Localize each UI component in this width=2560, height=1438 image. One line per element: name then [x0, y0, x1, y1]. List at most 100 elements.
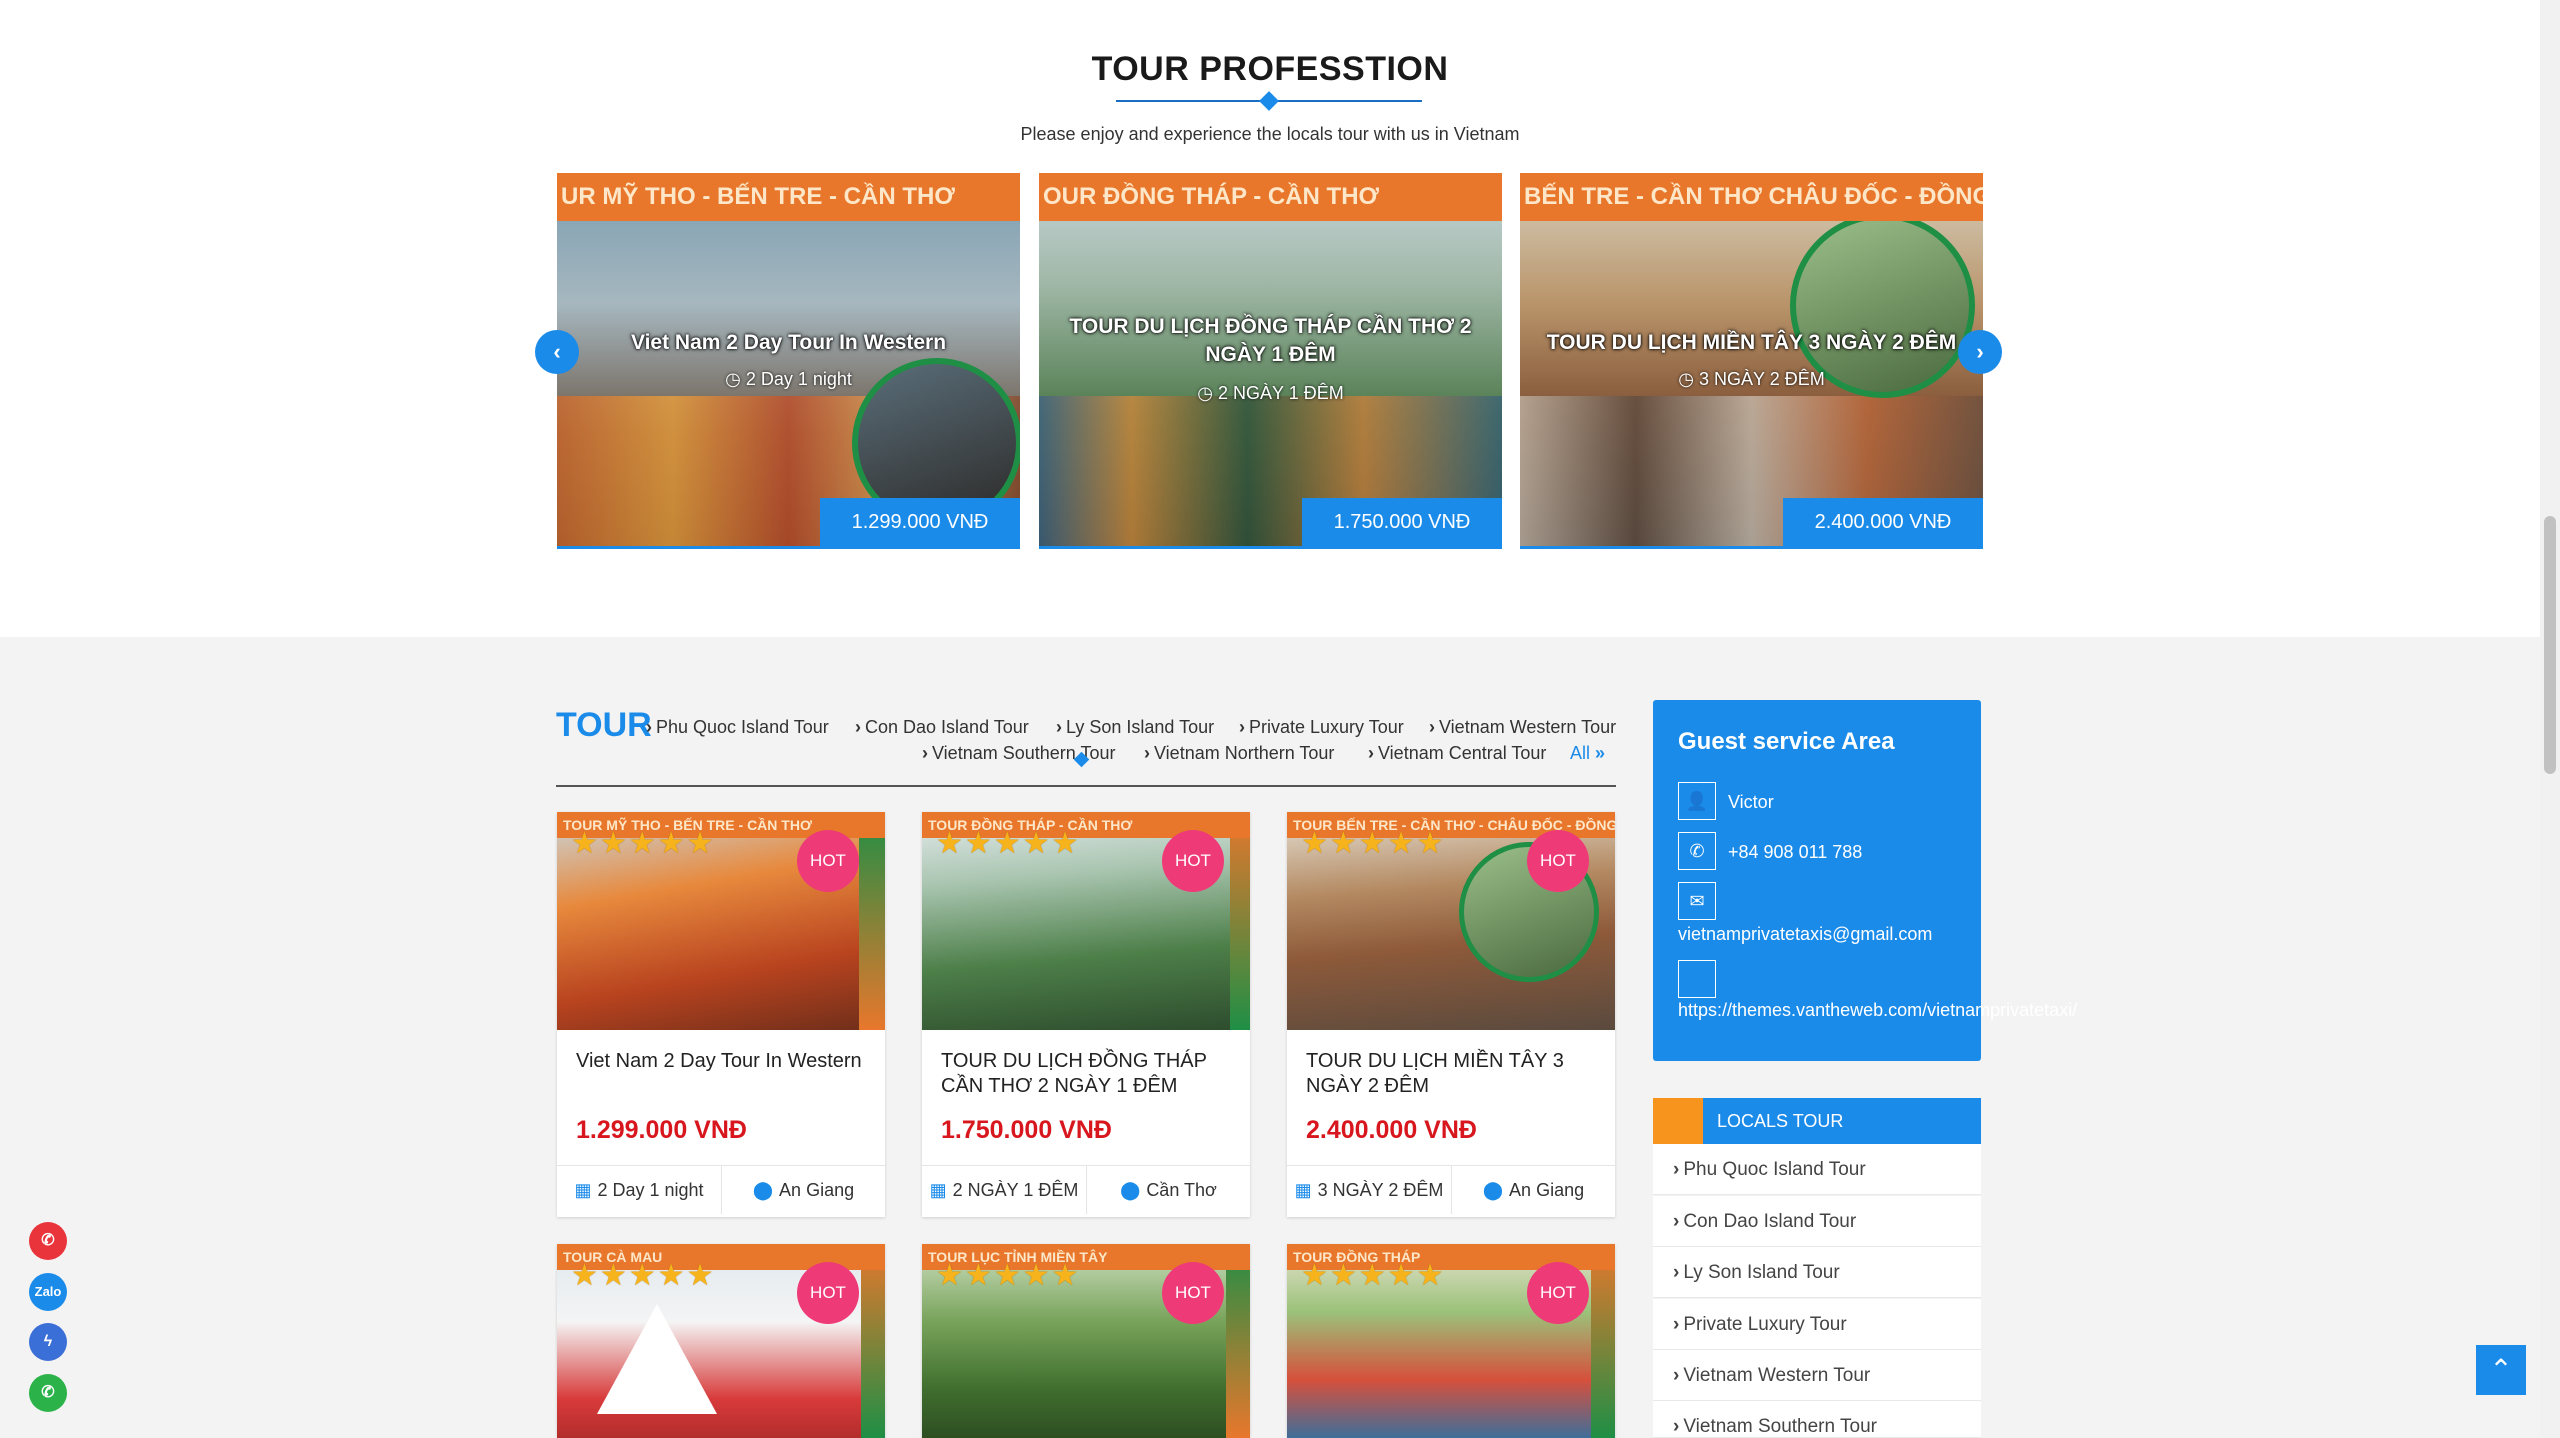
tour-slide[interactable]: OUR ĐỒNG THÁP - CẦN THƠ TOUR DU LỊCH ĐỒN…: [1039, 173, 1502, 549]
slide-banner: OUR ĐỒNG THÁP - CẦN THƠ: [1039, 173, 1502, 221]
category-label: Private Luxury Tour: [1249, 717, 1404, 737]
call-button[interactable]: ✆: [29, 1222, 67, 1260]
location-text: An Giang: [779, 1180, 855, 1200]
locals-tour-item[interactable]: › Vietnam Southern Tour: [1653, 1401, 1981, 1438]
clock-icon: ◷: [725, 369, 746, 389]
hot-badge: HOT: [1527, 830, 1589, 892]
whatsapp-button[interactable]: ✆: [29, 1374, 67, 1412]
tour-duration: ▦ 2 Day 1 night: [557, 1166, 721, 1214]
all-categories-link[interactable]: All »: [1570, 743, 1605, 764]
guest-panel-title: Guest service Area: [1678, 728, 1895, 755]
hot-badge: HOT: [1162, 1262, 1224, 1324]
locals-tour-item[interactable]: › Private Luxury Tour: [1653, 1299, 1981, 1350]
slide-title[interactable]: TOUR DU LỊCH ĐỒNG THÁP CẦN THƠ 2 NGÀY 1 …: [1039, 313, 1502, 369]
chevron-right-icon: ›: [1239, 717, 1245, 737]
scrollbar-thumb[interactable]: [2544, 516, 2556, 774]
tour-card[interactable]: TOUR LỤC TỈNH MIỀN TÂY ★★★★★ HOT: [922, 1244, 1250, 1438]
chevron-right-icon: ›: [1144, 743, 1150, 763]
tour-card-title[interactable]: TOUR DU LỊCH MIỀN TÂY 3 NGÀY 2 ĐÊM: [1306, 1049, 1596, 1099]
locals-tour-item[interactable]: › Phu Quoc Island Tour: [1653, 1144, 1981, 1195]
tour-heading: TOUR: [556, 706, 652, 744]
category-link[interactable]: › Phu Quoc Island Tour: [646, 717, 829, 738]
location-text: Cần Thơ: [1146, 1180, 1217, 1200]
tour-card-meta: ▦ 2 Day 1 night ⬤ An Giang: [557, 1165, 885, 1214]
tour-duration: ▦ 2 NGÀY 1 ĐÊM: [922, 1166, 1086, 1214]
guest-email[interactable]: vietnamprivatetaxis@gmail.com: [1678, 924, 1932, 945]
locals-tour-item[interactable]: › Ly Son Island Tour: [1653, 1247, 1981, 1298]
locals-tour-item-label: Vietnam Western Tour: [1683, 1365, 1871, 1386]
locals-tour-item[interactable]: › Vietnam Western Tour: [1653, 1350, 1981, 1401]
slide-duration-text: 2 Day 1 night: [745, 369, 852, 389]
guest-phone[interactable]: +84 908 011 788: [1728, 842, 1862, 863]
chevron-right-icon: ›: [1976, 339, 1984, 364]
locals-tour-item[interactable]: › Con Dao Island Tour: [1653, 1196, 1981, 1247]
calendar-icon: ▦: [574, 1180, 592, 1200]
tour-location: ⬤ Cần Thơ: [1086, 1166, 1250, 1214]
carousel-next-button[interactable]: ›: [1958, 330, 2002, 374]
chevron-right-icon: ›: [1673, 1416, 1680, 1437]
tour-card-meta: ▦ 2 NGÀY 1 ĐÊM ⬤ Cần Thơ: [922, 1165, 1250, 1214]
tour-card-title[interactable]: Viet Nam 2 Day Tour In Western: [576, 1049, 866, 1074]
guest-service-panel: Guest service Area 👤 Victor ✆ +84 908 01…: [1653, 700, 2077, 1061]
category-link[interactable]: › Ly Son Island Tour: [1056, 717, 1214, 738]
zalo-icon: Zalo: [34, 1284, 62, 1299]
tour-card-image[interactable]: TOUR ĐỒNG THÁP - CẦN THƠ ★★★★★ HOT: [922, 812, 1250, 1030]
tour-slide[interactable]: UR MỸ THO - BẾN TRE - CẦN THƠ Viet Nam 2…: [557, 173, 1020, 549]
calendar-icon: ▦: [929, 1180, 947, 1200]
map-pin-icon: ⬤: [1482, 1180, 1504, 1200]
slide-duration: ◷ 2 NGÀY 1 ĐÊM: [1039, 383, 1502, 404]
tour-slide[interactable]: BẾN TRE - CẦN THƠ CHÂU ĐỐC - ĐỒNG THÁP T…: [1520, 173, 1983, 549]
tour-card[interactable]: TOUR CÀ MAU ★★★★★ HOT: [557, 1244, 885, 1438]
tour-card-image[interactable]: TOUR MỸ THO - BẾN TRE - CẦN THƠ ★★★★★ HO…: [557, 812, 885, 1030]
map-pin-icon: ⬤: [752, 1180, 774, 1200]
tour-card-image[interactable]: TOUR ĐỒNG THÁP ★★★★★ HOT: [1287, 1244, 1615, 1438]
rating-stars: ★★★★★: [571, 1259, 716, 1292]
chevron-right-icon: ›: [922, 743, 928, 763]
tour-card-image[interactable]: TOUR BẾN TRE - CẦN THƠ - CHÂU ĐỐC - ĐỒNG…: [1287, 812, 1615, 1030]
guest-website[interactable]: https://themes.vantheweb.com/vietnampriv…: [1678, 1000, 2077, 1021]
tour-card[interactable]: TOUR ĐỒNG THÁP ★★★★★ HOT: [1287, 1244, 1615, 1438]
category-link[interactable]: › Vietnam Western Tour: [1429, 717, 1616, 738]
slide-duration: ◷ 3 NGÀY 2 ĐÊM: [1520, 369, 1983, 390]
tour-card-title[interactable]: TOUR DU LỊCH ĐỒNG THÁP CẦN THƠ 2 NGÀY 1 …: [941, 1049, 1231, 1099]
carousel-prev-button[interactable]: ‹: [535, 330, 579, 374]
locals-tour-label: LOCALS TOUR: [1717, 1111, 1844, 1131]
chevron-right-icon: ›: [1056, 717, 1062, 737]
chevron-right-icon: ›: [1368, 743, 1374, 763]
tour-location: ⬤ An Giang: [721, 1166, 885, 1214]
category-link[interactable]: › Vietnam Northern Tour: [1144, 743, 1334, 764]
category-link[interactable]: › Private Luxury Tour: [1239, 717, 1404, 738]
category-label: Vietnam Northern Tour: [1154, 743, 1335, 763]
tour-card[interactable]: TOUR MỸ THO - BẾN TRE - CẦN THƠ ★★★★★ HO…: [557, 812, 885, 1217]
chevron-right-icon: ›: [1429, 717, 1435, 737]
chevron-left-icon: ‹: [553, 339, 561, 364]
slide-title[interactable]: Viet Nam 2 Day Tour In Western: [557, 329, 1020, 357]
tour-card[interactable]: TOUR ĐỒNG THÁP - CẦN THƠ ★★★★★ HOT TOUR …: [922, 812, 1250, 1217]
category-label: Con Dao Island Tour: [865, 717, 1029, 737]
scroll-to-top-button[interactable]: ⌃: [2476, 1345, 2526, 1395]
chevron-right-icon: ›: [646, 717, 652, 737]
tour-card-image[interactable]: TOUR LỤC TỈNH MIỀN TÂY ★★★★★ HOT: [922, 1244, 1250, 1438]
tour-card-image[interactable]: TOUR CÀ MAU ★★★★★ HOT: [557, 1244, 885, 1438]
slide-price: 1.750.000 VNĐ: [1302, 498, 1502, 546]
tour-card[interactable]: TOUR BẾN TRE - CẦN THƠ - CHÂU ĐỐC - ĐỒNG…: [1287, 812, 1615, 1217]
rating-stars: ★★★★★: [936, 827, 1081, 860]
chevron-right-icon: ›: [1673, 1314, 1680, 1335]
category-label: Ly Son Island Tour: [1066, 717, 1215, 737]
messenger-button[interactable]: ϟ: [29, 1323, 67, 1361]
page-scrollbar[interactable]: [2540, 0, 2560, 1438]
duration-text: 3 NGÀY 2 ĐÊM: [1317, 1180, 1444, 1200]
slide-title[interactable]: TOUR DU LỊCH MIỀN TÂY 3 NGÀY 2 ĐÊM: [1520, 329, 1983, 357]
boat-sail-decor: [597, 1304, 717, 1414]
rating-stars: ★★★★★: [936, 1259, 1081, 1292]
chevron-right-icon: ›: [1673, 1262, 1680, 1283]
category-link[interactable]: › Con Dao Island Tour: [855, 717, 1029, 738]
slide-banner: UR MỸ THO - BẾN TRE - CẦN THƠ: [557, 173, 1020, 221]
category-link[interactable]: › Vietnam Central Tour: [1368, 743, 1546, 764]
slide-price: 2.400.000 VNĐ: [1783, 498, 1983, 546]
image-border-decor: [1230, 812, 1250, 1030]
slide-duration-text: 2 NGÀY 1 ĐÊM: [1218, 383, 1344, 403]
locals-tour-item-label: Private Luxury Tour: [1683, 1314, 1847, 1335]
zalo-button[interactable]: Zalo: [29, 1273, 67, 1311]
clock-icon: ◷: [1678, 369, 1699, 389]
